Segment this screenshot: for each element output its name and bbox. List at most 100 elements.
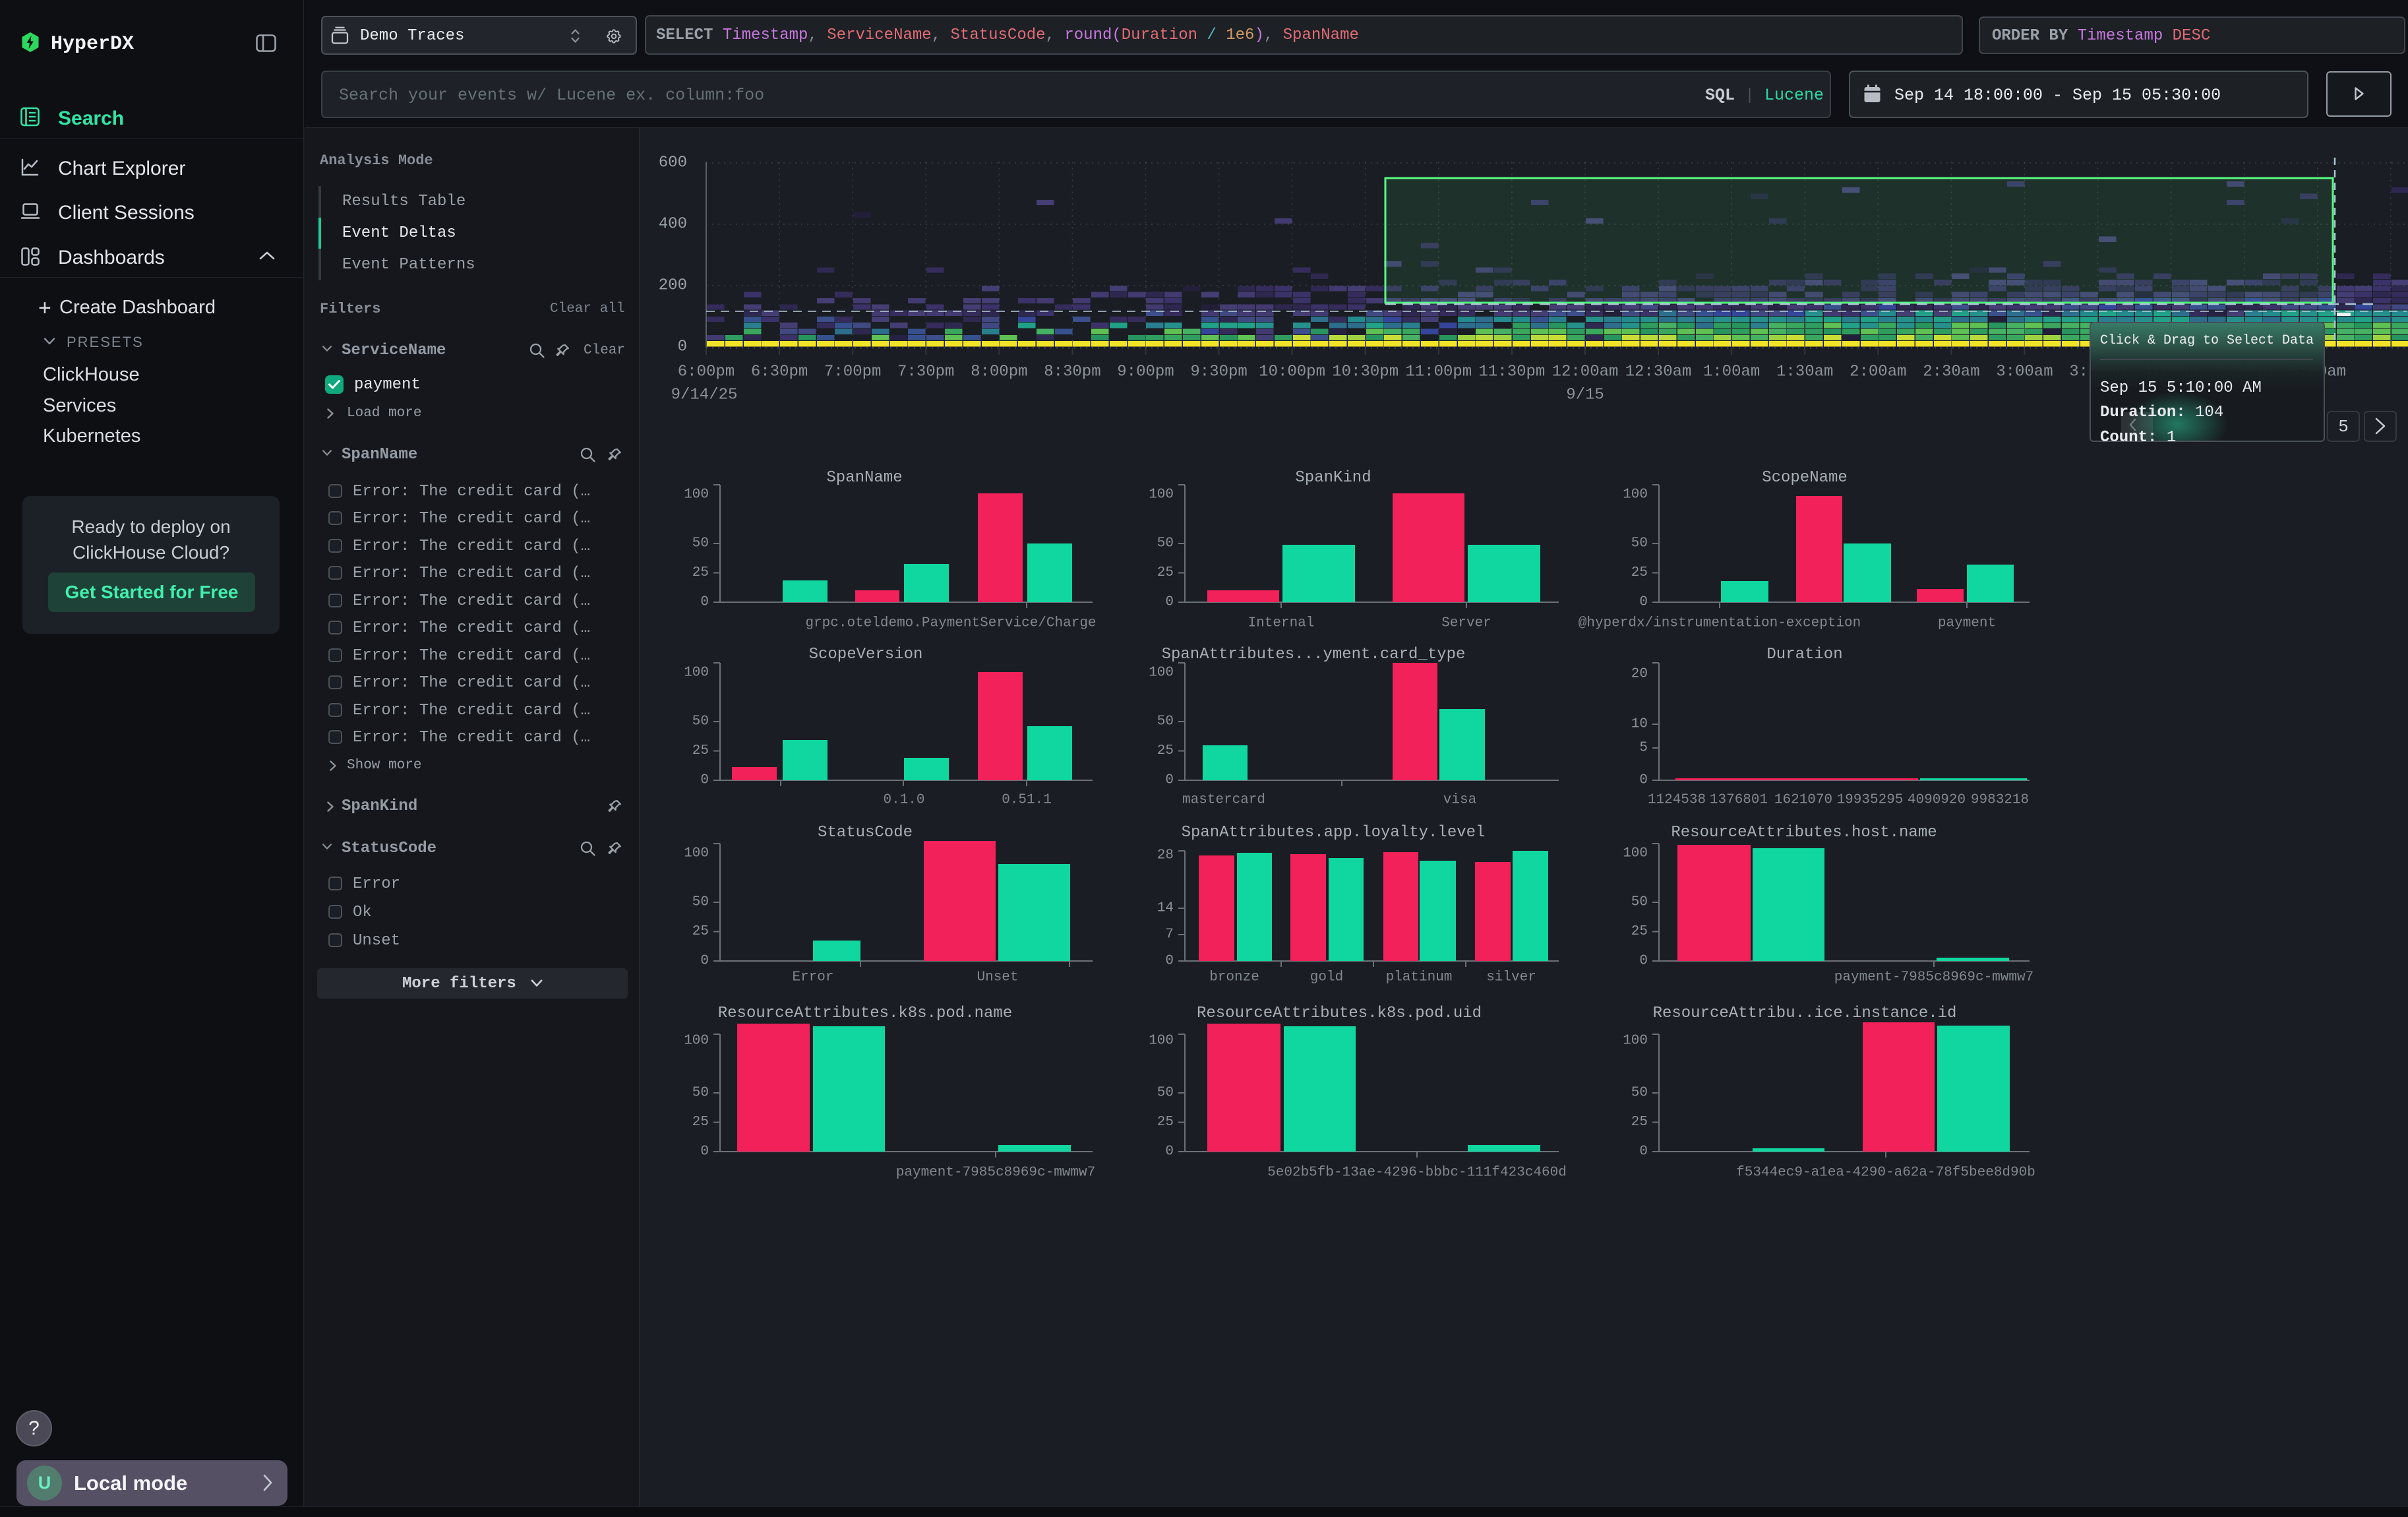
svg-text:ResourceAttributes.host.name: ResourceAttributes.host.name: [1671, 824, 1937, 842]
svg-text:10: 10: [1631, 717, 1648, 732]
svg-text:50: 50: [1631, 1086, 1648, 1101]
svg-text:7:30pm: 7:30pm: [897, 363, 954, 381]
svg-text:10:30pm: 10:30pm: [1332, 363, 1399, 381]
svg-text:100: 100: [1623, 846, 1648, 861]
svg-text:25: 25: [1157, 1115, 1174, 1130]
svg-text:100: 100: [1149, 666, 1174, 681]
svg-text:5e02b5fb-13ae-4296-bbbc-111f42: 5e02b5fb-13ae-4296-bbbc-111f423c460d: [1267, 1165, 1567, 1181]
svg-text:200: 200: [659, 277, 687, 295]
svg-text:2:30am: 2:30am: [1923, 363, 1979, 381]
svg-text:25: 25: [1631, 565, 1648, 580]
svg-text:0: 0: [1165, 773, 1174, 788]
svg-text:0: 0: [1639, 773, 1648, 788]
svg-text:0: 0: [1165, 595, 1174, 610]
svg-text:f5344ec9-a1ea-4290-a62a-78f5be: f5344ec9-a1ea-4290-a62a-78f5bee8d90b: [1736, 1165, 2035, 1181]
svg-text:bronze: bronze: [1209, 970, 1259, 985]
svg-text:100: 100: [684, 846, 709, 861]
svg-text:5: 5: [2338, 417, 2349, 437]
svg-text:9:30pm: 9:30pm: [1190, 363, 1247, 381]
svg-text:SpanName: SpanName: [826, 469, 902, 487]
svg-text:0: 0: [700, 595, 709, 610]
svg-text:50: 50: [692, 895, 709, 910]
svg-text:1:00am: 1:00am: [1703, 363, 1760, 381]
svg-text:4090920: 4090920: [1908, 793, 1966, 808]
svg-text:StatusCode: StatusCode: [818, 824, 913, 842]
svg-text:0: 0: [1639, 1144, 1648, 1160]
svg-text:9/15: 9/15: [1566, 387, 1604, 404]
svg-text:0.1.0: 0.1.0: [883, 793, 924, 808]
svg-text:2:00am: 2:00am: [1850, 363, 1906, 381]
svg-text:SpanAttributes.app.loyalty.lev: SpanAttributes.app.loyalty.level: [1182, 824, 1486, 842]
svg-text:8:00pm: 8:00pm: [971, 363, 1027, 381]
svg-text:100: 100: [1623, 1034, 1648, 1049]
svg-text:1621070: 1621070: [1774, 793, 1832, 808]
svg-text:25: 25: [692, 1115, 709, 1130]
svg-text:9983218: 9983218: [1971, 793, 2029, 808]
svg-text:600: 600: [659, 154, 687, 172]
svg-text:50: 50: [692, 536, 709, 551]
svg-text:50: 50: [692, 1086, 709, 1101]
svg-text:19935295: 19935295: [1837, 793, 1904, 808]
svg-text:0.51.1: 0.51.1: [1002, 793, 1052, 808]
svg-text:0: 0: [1639, 595, 1648, 610]
svg-text:Duration: Duration: [1766, 646, 1842, 664]
svg-text:100: 100: [1149, 487, 1174, 503]
svg-text:0: 0: [700, 773, 709, 788]
svg-text:25: 25: [1631, 1115, 1648, 1130]
svg-text:payment: payment: [1938, 616, 1996, 631]
svg-text:1376801: 1376801: [1710, 793, 1768, 808]
svg-text:mastercard: mastercard: [1182, 793, 1265, 808]
svg-text:0: 0: [1639, 954, 1648, 969]
svg-text:grpc.oteldemo.PaymentService/C: grpc.oteldemo.PaymentService/Charge: [805, 616, 1096, 631]
svg-text:ResourceAttribu..ice.instance.: ResourceAttribu..ice.instance.id: [1653, 1005, 1957, 1022]
svg-text:400: 400: [659, 216, 687, 233]
svg-text:12:30am: 12:30am: [1625, 363, 1692, 381]
svg-text:14: 14: [1157, 901, 1174, 916]
svg-text:50: 50: [1157, 536, 1174, 551]
svg-text:9:00pm: 9:00pm: [1117, 363, 1174, 381]
svg-text:50: 50: [1631, 536, 1648, 551]
svg-text:25: 25: [692, 565, 709, 580]
svg-text:SpanAttributes...yment.card_ty: SpanAttributes...yment.card_type: [1162, 646, 1466, 664]
svg-text:3:00am: 3:00am: [1996, 363, 2053, 381]
svg-text:50: 50: [1157, 714, 1174, 729]
svg-text:50: 50: [1157, 1086, 1174, 1101]
svg-text:0: 0: [700, 954, 709, 969]
svg-text:Internal: Internal: [1248, 616, 1315, 631]
svg-text:@hyperdx/instrumentation-excep: @hyperdx/instrumentation-exception: [1579, 616, 1861, 631]
svg-text:12:00am: 12:00am: [1552, 363, 1619, 381]
svg-text:6:30pm: 6:30pm: [751, 363, 808, 381]
svg-text:7:00pm: 7:00pm: [824, 363, 881, 381]
svg-text:SpanKind: SpanKind: [1295, 469, 1371, 487]
svg-text:50: 50: [692, 714, 709, 729]
svg-text:ResourceAttributes.k8s.pod.uid: ResourceAttributes.k8s.pod.uid: [1197, 1005, 1482, 1022]
svg-text:11:30pm: 11:30pm: [1478, 363, 1545, 381]
svg-text:11:00pm: 11:00pm: [1405, 363, 1472, 381]
svg-text:payment-7985c8969c-mwmw7: payment-7985c8969c-mwmw7: [1834, 970, 2033, 985]
svg-text:silver: silver: [1486, 970, 1536, 985]
svg-text:0: 0: [1165, 1144, 1174, 1160]
svg-text:25: 25: [692, 743, 709, 758]
svg-text:28: 28: [1157, 848, 1174, 863]
svg-text:1124538: 1124538: [1648, 793, 1706, 808]
svg-text:payment-7985c8969c-mwmw7: payment-7985c8969c-mwmw7: [896, 1165, 1095, 1181]
svg-text:25: 25: [1157, 743, 1174, 758]
svg-text:25: 25: [1157, 565, 1174, 580]
svg-text:100: 100: [1149, 1034, 1174, 1049]
svg-text:100: 100: [684, 487, 709, 503]
svg-text:ScopeVersion: ScopeVersion: [809, 646, 923, 664]
svg-text:5: 5: [1639, 741, 1648, 756]
svg-text:1:30am: 1:30am: [1776, 363, 1833, 381]
svg-text:8:30pm: 8:30pm: [1044, 363, 1100, 381]
svg-text:6:00pm: 6:00pm: [678, 363, 735, 381]
svg-text:platinum: platinum: [1386, 970, 1453, 985]
svg-text:50: 50: [1631, 895, 1648, 910]
svg-text:100: 100: [684, 666, 709, 681]
svg-text:0: 0: [1165, 954, 1174, 969]
svg-text:25: 25: [692, 924, 709, 939]
svg-text:7: 7: [1165, 927, 1174, 943]
svg-text:0: 0: [678, 338, 687, 356]
svg-text:0: 0: [700, 1144, 709, 1160]
svg-text:10:00pm: 10:00pm: [1259, 363, 1325, 381]
svg-text:Unset: Unset: [977, 970, 1018, 985]
